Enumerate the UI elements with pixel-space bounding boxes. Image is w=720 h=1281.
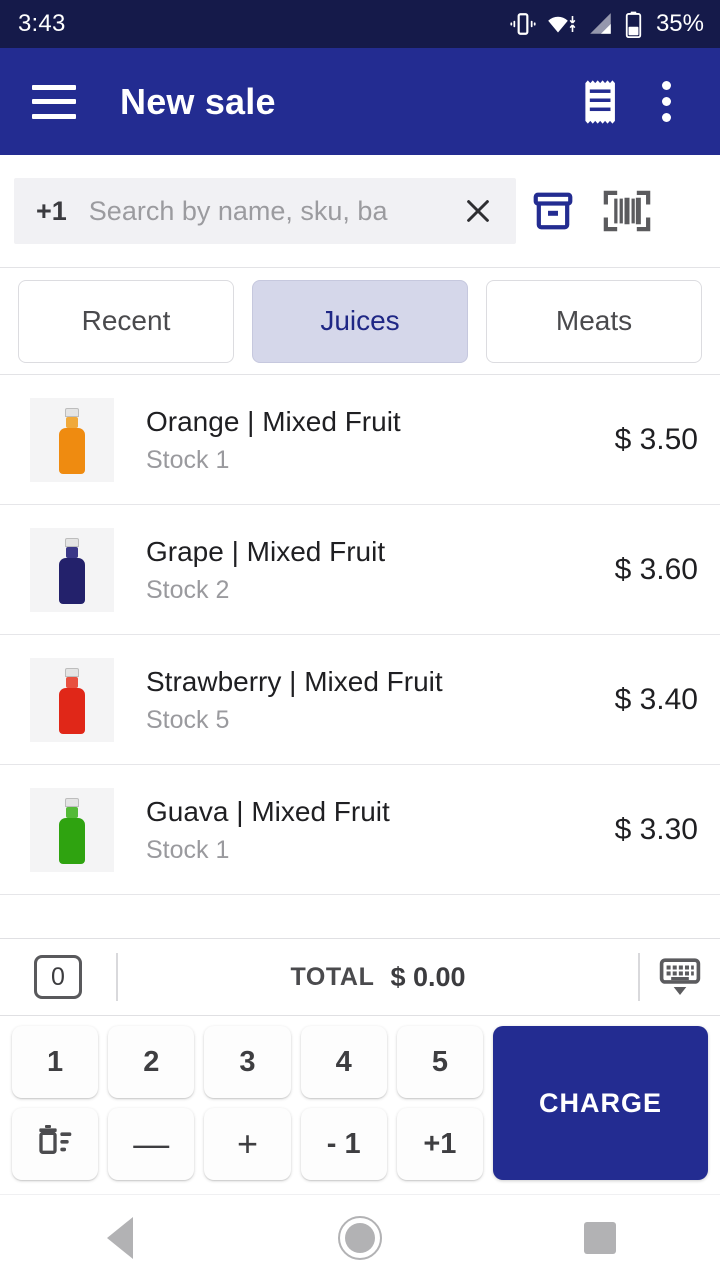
total-display: TOTAL $ 0.00 <box>118 962 638 993</box>
delete-item-button[interactable] <box>12 1108 99 1180</box>
wifi-icon <box>547 11 577 37</box>
key-minus[interactable]: — <box>108 1108 195 1180</box>
product-price: $ 3.30 <box>614 812 698 846</box>
key-1[interactable]: 1 <box>12 1026 99 1098</box>
receipt-icon[interactable] <box>570 70 634 134</box>
keypad-grid: 1 2 3 4 5 — + - 1 +1 <box>12 1026 483 1180</box>
tab-recent-label: Recent <box>81 305 171 336</box>
key-plus-one[interactable]: +1 <box>396 1108 483 1180</box>
tab-meats[interactable]: Meats <box>486 279 702 363</box>
archive-box-icon[interactable] <box>516 174 590 248</box>
key-4[interactable]: 4 <box>300 1026 387 1098</box>
barcode-scanner-icon[interactable] <box>590 174 664 248</box>
tab-juices[interactable]: Juices <box>252 279 468 363</box>
trash-list-icon <box>35 1120 75 1168</box>
product-price: $ 3.50 <box>614 422 698 456</box>
charge-button[interactable]: CHARGE <box>493 1026 708 1180</box>
product-stock: Stock 5 <box>146 706 230 734</box>
hamburger-menu-icon[interactable] <box>32 84 76 119</box>
back-triangle-icon <box>107 1216 133 1259</box>
product-info: Guava | Mixed Fruit Stock 1 <box>146 794 603 865</box>
orange-juice-bottle-icon <box>59 407 85 474</box>
close-icon[interactable] <box>456 189 500 233</box>
hide-keyboard-icon[interactable] <box>640 954 720 1000</box>
home-circle-icon <box>338 1215 382 1260</box>
key-minus-one[interactable]: - 1 <box>300 1108 387 1180</box>
table-row[interactable]: Strawberry | Mixed Fruit Stock 5 $ 3.40 <box>0 635 720 765</box>
product-thumbnail <box>30 397 114 482</box>
search-input[interactable] <box>88 195 456 227</box>
recents-square-icon <box>584 1221 616 1254</box>
app-screen: 3:43 35% New sale +1 Search by name, sku… <box>0 0 720 1280</box>
app-bar: New sale <box>0 48 720 155</box>
product-name: Guava | Mixed Fruit <box>146 796 390 827</box>
key-plus[interactable]: + <box>204 1108 291 1180</box>
strawberry-juice-bottle-icon <box>59 667 85 734</box>
guava-juice-bottle-icon <box>59 797 85 864</box>
product-price: $ 3.40 <box>614 682 698 716</box>
cell-signal-icon <box>588 11 614 37</box>
product-name: Strawberry | Mixed Fruit <box>146 666 443 697</box>
cart-quantity-badge[interactable]: 0 <box>34 955 82 999</box>
status-clock: 3:43 <box>18 10 66 37</box>
total-label: TOTAL <box>290 962 375 991</box>
nav-home-button[interactable] <box>300 1195 420 1281</box>
page-title: New sale <box>120 80 276 122</box>
tab-meats-label: Meats <box>555 305 633 336</box>
total-value: $ 0.00 <box>390 961 466 992</box>
search-box[interactable]: +1 <box>14 178 516 244</box>
category-tabs: Recent Juices Meats <box>0 268 720 375</box>
grape-juice-bottle-icon <box>59 537 85 604</box>
product-info: Grape | Mixed Fruit Stock 2 <box>146 534 603 605</box>
keypad: 1 2 3 4 5 — + - 1 +1 CHARGE <box>0 1016 720 1194</box>
product-thumbnail <box>30 527 114 612</box>
product-thumbnail <box>30 657 114 742</box>
product-thumbnail <box>30 787 114 872</box>
status-icon-group: 35% <box>510 10 704 38</box>
key-3[interactable]: 3 <box>204 1026 291 1098</box>
table-row[interactable]: Guava | Mixed Fruit Stock 1 $ 3.30 <box>0 765 720 895</box>
nav-recents-button[interactable] <box>540 1195 660 1281</box>
battery-percent: 35% <box>655 10 704 37</box>
key-2[interactable]: 2 <box>108 1026 195 1098</box>
search-quantity-prefix: +1 <box>36 195 67 226</box>
product-list: Orange | Mixed Fruit Stock 1 $ 3.50 Grap… <box>0 375 720 938</box>
table-row[interactable]: Orange | Mixed Fruit Stock 1 $ 3.50 <box>0 375 720 505</box>
status-bar: 3:43 35% <box>0 0 720 48</box>
tab-juices-label: Juices <box>320 305 400 336</box>
product-stock: Stock 2 <box>146 576 230 604</box>
product-name: Orange | Mixed Fruit <box>146 406 401 437</box>
android-navigation-bar <box>0 1194 720 1280</box>
product-info: Orange | Mixed Fruit Stock 1 <box>146 404 603 475</box>
key-5[interactable]: 5 <box>396 1026 483 1098</box>
battery-icon <box>625 11 642 38</box>
more-vertical-icon[interactable] <box>634 70 698 134</box>
vibrate-icon <box>510 11 536 37</box>
product-stock: Stock 1 <box>146 446 230 474</box>
product-price: $ 3.60 <box>614 552 698 586</box>
tab-recent[interactable]: Recent <box>18 279 234 363</box>
product-name: Grape | Mixed Fruit <box>146 536 386 567</box>
product-stock: Stock 1 <box>146 836 230 864</box>
search-row: +1 <box>0 155 720 268</box>
total-bar: 0 TOTAL $ 0.00 <box>0 938 720 1016</box>
table-row[interactable]: Grape | Mixed Fruit Stock 2 $ 3.60 <box>0 505 720 635</box>
nav-back-button[interactable] <box>60 1195 180 1281</box>
product-info: Strawberry | Mixed Fruit Stock 5 <box>146 664 603 735</box>
